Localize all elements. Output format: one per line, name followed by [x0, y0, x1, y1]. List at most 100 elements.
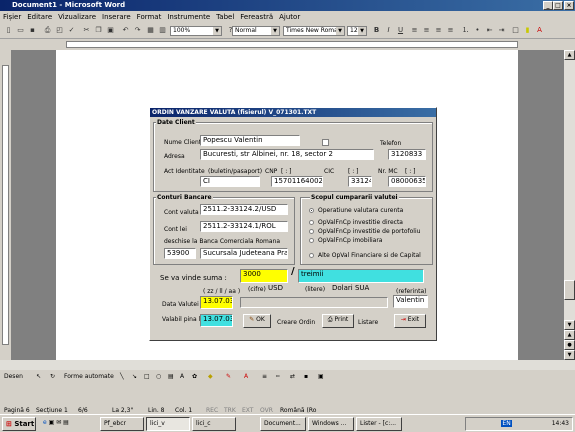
ok-button[interactable]: ✎ OK [243, 314, 271, 328]
italic-icon[interactable]: I [383, 25, 394, 36]
redo-icon[interactable]: ↷ [132, 25, 143, 36]
draw-menu[interactable]: Desen [4, 372, 23, 381]
cic-field[interactable]: 33124 [348, 176, 372, 187]
start-button[interactable]: ⊞ Start [2, 417, 36, 431]
open-icon[interactable]: ▭ [15, 25, 26, 36]
border-icon[interactable]: □ [510, 25, 521, 36]
align-right-icon[interactable]: ≡ [433, 25, 444, 36]
menu-window[interactable]: Fereastră [237, 11, 276, 23]
outdent-icon[interactable]: ⇤ [484, 25, 495, 36]
table-icon[interactable]: ▦ [145, 25, 156, 36]
arrow-style-icon[interactable]: ⇄ [290, 372, 295, 381]
reference-field[interactable]: Valentin [393, 295, 428, 308]
underline-icon[interactable]: U [395, 25, 406, 36]
menu-insert[interactable]: Inserare [99, 11, 134, 23]
zoom-combo[interactable]: 100% ▼ [170, 26, 222, 36]
menu-help[interactable]: Ajutor [276, 11, 303, 23]
font-combo[interactable]: Times New Roman ▼ [283, 26, 345, 36]
oval-icon[interactable]: ○ [156, 372, 161, 381]
size-combo[interactable]: 12 ▼ [347, 26, 367, 36]
indent-icon[interactable]: ⇥ [496, 25, 507, 36]
line-color-icon[interactable]: ✎ [226, 372, 231, 381]
fill-color-icon[interactable]: ◆ [208, 372, 213, 381]
amount-field[interactable]: 3000 [240, 269, 288, 283]
line-icon[interactable]: ╲ [120, 372, 124, 381]
menu-table[interactable]: Tabel [213, 11, 237, 23]
browse-object-icon[interactable]: ● [564, 340, 575, 350]
prev-page-icon[interactable]: ▲ [564, 330, 575, 340]
menu-edit[interactable]: Editare [24, 11, 55, 23]
name-field[interactable]: Popescu Valentin [200, 135, 300, 146]
address-field[interactable]: Bucuresti, str Albinei, nr. 18, sector 2 [200, 149, 374, 160]
purpose-radio-5[interactable] [309, 253, 314, 258]
highlight-icon[interactable]: ▮ [522, 25, 533, 36]
autoshapes-menu[interactable]: Forme automate [64, 372, 114, 381]
maximize-button[interactable]: □ [553, 1, 563, 10]
status-rec[interactable]: REC [206, 407, 218, 414]
numbering-icon[interactable]: ⒈ [460, 25, 471, 36]
branch-code-field[interactable]: 53900 [164, 248, 196, 259]
paste-icon[interactable]: ▣ [105, 25, 116, 36]
3d-icon[interactable]: ▣ [318, 372, 324, 381]
outlook-icon[interactable]: ✉ [56, 419, 61, 426]
language-indicator[interactable]: EN [501, 420, 512, 427]
task-pf-ebcr[interactable]: Pf_ebcr [100, 417, 144, 431]
mc-field[interactable]: 08000635 [388, 176, 426, 187]
exit-button[interactable]: ⇥ Exit [394, 314, 426, 328]
vertical-ruler[interactable] [0, 50, 11, 360]
purpose-radio-2[interactable] [309, 220, 314, 225]
scroll-down-icon[interactable]: ▼ [564, 320, 575, 330]
fx-account-field[interactable]: 2511.2-33124.2/USD [200, 204, 288, 215]
wordart-icon[interactable]: A [180, 372, 184, 381]
branch-name-field[interactable]: Sucursala Judeteana Pra [200, 248, 288, 259]
purpose-radio-4[interactable] [309, 238, 314, 243]
style-combo[interactable]: Normal ▼ [232, 26, 280, 36]
dash-style-icon[interactable]: ┅ [276, 372, 280, 381]
horizontal-ruler[interactable] [0, 39, 575, 50]
phone-field[interactable]: 3120833 [388, 149, 426, 160]
rectangle-icon[interactable]: □ [144, 372, 150, 381]
task-lister[interactable]: Lister - [c:... [356, 417, 402, 431]
desktop-icon[interactable]: ▤ [63, 419, 69, 426]
bold-icon[interactable]: B [371, 25, 382, 36]
undo-icon[interactable]: ↶ [120, 25, 131, 36]
rotate-icon[interactable]: ↻ [50, 372, 55, 381]
align-left-icon[interactable]: ≡ [409, 25, 420, 36]
next-page-icon[interactable]: ▼ [564, 350, 575, 360]
columns-icon[interactable]: ▥ [157, 25, 168, 36]
font-color-icon[interactable]: A [244, 372, 248, 381]
purpose-radio-3[interactable] [309, 229, 314, 234]
id-field[interactable]: CI [200, 176, 260, 187]
preview-icon[interactable]: ◰ [54, 25, 65, 36]
date-field[interactable]: 13.07.03 [200, 296, 233, 309]
status-trk[interactable]: TRK [224, 407, 236, 414]
task-document[interactable]: Document... [260, 417, 306, 431]
task-windows[interactable]: Windows ... [308, 417, 354, 431]
new-icon[interactable]: ▯ [3, 25, 14, 36]
vertical-scrollbar[interactable]: ▲ ▼ ▲ ● ▼ [564, 50, 575, 360]
status-ext[interactable]: EXT [242, 407, 253, 414]
arrow-icon[interactable]: ↘ [132, 372, 137, 381]
purpose-radio-1[interactable] [309, 208, 314, 213]
valid-until-field[interactable]: 13.07.03 [200, 314, 233, 327]
align-center-icon[interactable]: ≡ [421, 25, 432, 36]
line-style-icon[interactable]: ≡ [262, 372, 267, 381]
justify-icon[interactable]: ≡ [445, 25, 456, 36]
bullets-icon[interactable]: • [472, 25, 483, 36]
spelling-icon[interactable]: ✓ [66, 25, 77, 36]
print-button[interactable]: ⎙ Print [322, 314, 354, 328]
scroll-thumb[interactable] [564, 280, 575, 300]
select-arrow-icon[interactable]: ↖ [36, 372, 41, 381]
close-button[interactable]: × [564, 1, 574, 10]
font-color-icon[interactable]: A [534, 25, 545, 36]
menu-tools[interactable]: Instrumente [164, 11, 213, 23]
task-lici-c[interactable]: lici_c [192, 417, 236, 431]
scroll-up-icon[interactable]: ▲ [564, 50, 575, 60]
copy-icon[interactable]: ❐ [93, 25, 104, 36]
save-icon[interactable]: ▪ [27, 25, 38, 36]
menu-file[interactable]: Fișier [0, 11, 24, 23]
checkbox[interactable] [322, 139, 329, 146]
clipart-icon[interactable]: ✿ [192, 372, 197, 381]
words-field[interactable]: treimii [298, 269, 424, 283]
horizontal-scrollbar[interactable] [0, 360, 575, 370]
